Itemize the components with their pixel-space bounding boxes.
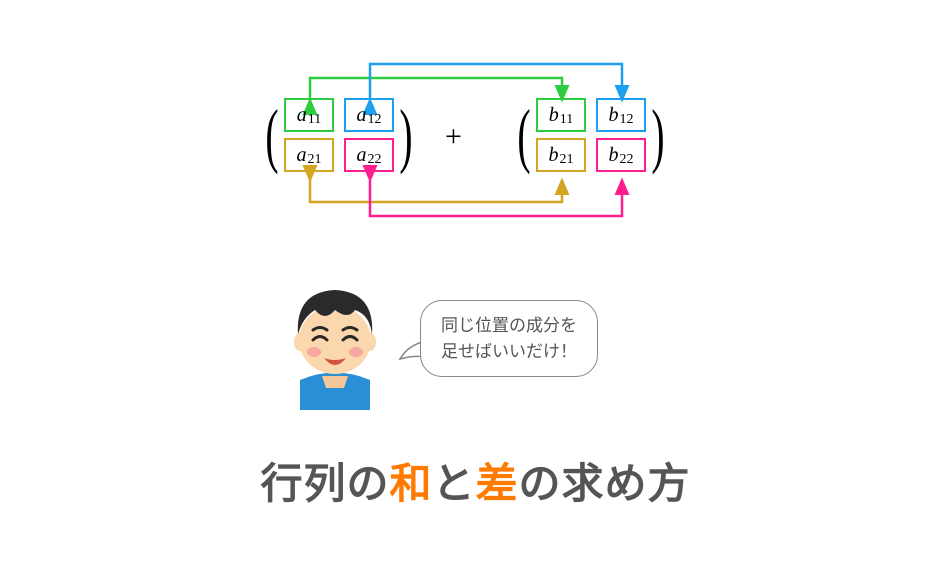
- character-area: 同じ位置の成分を 足せばいいだけ！: [280, 280, 680, 420]
- speech-line-1: 同じ位置の成分を: [441, 313, 577, 339]
- page-title: 行列の和と差の求め方: [0, 450, 951, 511]
- cell-a12: a12: [344, 98, 394, 132]
- cell-b22: b22: [596, 138, 646, 172]
- cell-a22: a22: [344, 138, 394, 172]
- matrix-addition-diagram: ( a11 a12 a21 a22 ) + ( b11 b12 b21 b22 …: [0, 60, 951, 240]
- speech-line-2: 足せばいいだけ！: [441, 339, 577, 365]
- right-paren-icon: ): [399, 99, 412, 171]
- left-paren-icon: (: [517, 99, 530, 171]
- right-paren-icon: ): [651, 99, 664, 171]
- boy-character-icon: [280, 280, 390, 410]
- cell-a11: a11: [284, 98, 334, 132]
- plus-operator: +: [445, 120, 462, 154]
- cell-a21: a21: [284, 138, 334, 172]
- cell-b12: b12: [596, 98, 646, 132]
- cell-b11: b11: [536, 98, 586, 132]
- matrix-a: ( a11 a12 a21 a22 ): [260, 98, 418, 172]
- matrix-b: ( b11 b12 b21 b22 ): [512, 98, 670, 172]
- left-paren-icon: (: [265, 99, 278, 171]
- speech-bubble: 同じ位置の成分を 足せばいいだけ！: [420, 300, 598, 377]
- cell-b21: b21: [536, 138, 586, 172]
